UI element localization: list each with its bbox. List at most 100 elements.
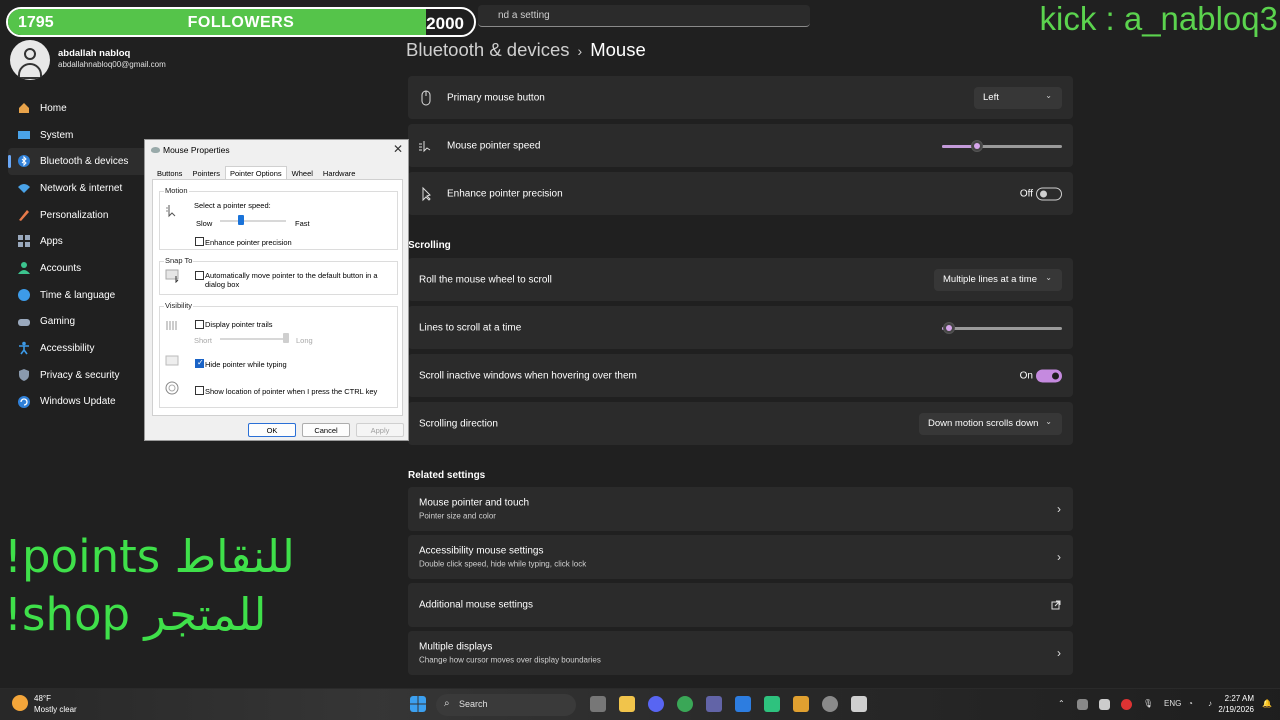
globe-icon — [18, 288, 30, 301]
pointer-trails-icon — [166, 321, 177, 330]
breadcrumb: Bluetooth & devices › Mouse — [406, 39, 646, 61]
sidebar-item-windows-update[interactable]: Windows Update — [8, 389, 148, 416]
weather-icon — [12, 695, 28, 711]
followers-label: FOLLOWERS — [187, 14, 295, 31]
scrolling-direction-dropdown[interactable]: Down motion scrolls down ⌄ — [919, 412, 1062, 435]
volume-icon[interactable]: ♪ — [1208, 699, 1212, 708]
sidebar-nav: Home System Bluetooth & devices Network … — [8, 95, 148, 415]
mouse-properties-app-icon[interactable] — [851, 696, 867, 712]
file-explorer-icon[interactable] — [619, 696, 635, 712]
notification-bell-icon[interactable]: 🔔 — [1262, 699, 1272, 708]
related-accessibility-mouse[interactable]: Accessibility mouse settings Double click… — [408, 535, 1073, 579]
mouse-properties-dialog: Mouse Properties ✕ Buttons Pointers Poin… — [144, 139, 409, 441]
breadcrumb-parent[interactable]: Bluetooth & devices — [406, 39, 570, 60]
app-icon[interactable] — [764, 696, 780, 712]
tray-icon[interactable] — [1077, 699, 1088, 710]
cancel-button[interactable]: Cancel — [302, 423, 350, 437]
sidebar-item-accessibility[interactable]: Accessibility — [8, 335, 148, 362]
precision-pointer-icon — [422, 186, 431, 201]
pointer-speed-track[interactable] — [220, 220, 286, 222]
primary-mouse-button-row: Primary mouse button Left ⌄ — [408, 76, 1073, 119]
sidebar-item-accounts[interactable]: Accounts — [8, 255, 148, 282]
lines-to-scroll-slider[interactable] — [942, 321, 1062, 334]
language-indicator[interactable]: ENG — [1164, 699, 1181, 708]
account-icon — [18, 262, 30, 275]
sidebar-item-label: Home — [40, 102, 67, 114]
followers-goal: 2000 — [426, 14, 464, 33]
pointer-trails-checkbox[interactable] — [195, 320, 204, 329]
primary-mouse-button-dropdown[interactable]: Left ⌄ — [974, 86, 1062, 109]
sidebar-item-apps[interactable]: Apps — [8, 228, 148, 255]
discord-icon[interactable] — [648, 696, 664, 712]
settings-gear-icon[interactable] — [822, 696, 838, 712]
pointer-speed-slider[interactable] — [942, 139, 1062, 152]
dialog-title: Mouse Properties — [163, 145, 230, 155]
slider-thumb[interactable] — [943, 321, 956, 334]
related-mouse-pointer-touch[interactable]: Mouse pointer and touch Pointer size and … — [408, 487, 1073, 531]
enhance-precision-toggle[interactable] — [1036, 187, 1062, 200]
chrome-icon[interactable] — [677, 696, 693, 712]
primary-mouse-button-label: Primary mouse button — [447, 92, 545, 103]
wifi-icon[interactable]: ◔ — [1188, 699, 1193, 708]
roll-wheel-dropdown[interactable]: Multiple lines at a time ⌄ — [934, 268, 1062, 291]
sidebar-item-gaming[interactable]: Gaming — [8, 309, 148, 336]
snap-to-checkbox[interactable] — [195, 271, 204, 280]
taskbar-search[interactable]: ⌕ Search — [436, 694, 576, 716]
microphone-icon[interactable]: 🎙 — [1143, 699, 1153, 708]
clock[interactable]: 2:27 AM 2/19/2026 — [1218, 693, 1254, 715]
tray-icon[interactable] — [1099, 699, 1110, 710]
slow-label: Slow — [196, 219, 213, 228]
close-icon[interactable]: ✕ — [393, 142, 403, 156]
page-title: Mouse — [590, 39, 646, 60]
kick-handle: kick : a_nabloq3 — [1039, 0, 1279, 37]
ctrl-location-checkbox[interactable] — [195, 386, 204, 395]
scrolling-direction-label: Scrolling direction — [419, 418, 498, 429]
sidebar-item-time-language[interactable]: Time & language — [8, 282, 148, 309]
motion-group: Motion Select a pointer speed: Slow Fast… — [159, 186, 398, 250]
related-additional-mouse-settings[interactable]: Additional mouse settings — [408, 583, 1073, 627]
precision-checkbox-label: Enhance pointer precision — [205, 238, 292, 247]
hide-pointer-icon — [165, 355, 179, 366]
scroll-inactive-toggle[interactable] — [1036, 369, 1062, 382]
task-view-icon[interactable] — [590, 696, 606, 712]
chevron-down-icon: ⌄ — [1045, 416, 1052, 426]
sidebar-item-personalization[interactable]: Personalization — [8, 202, 148, 229]
tray-chevron-up-icon[interactable]: ⌃ — [1058, 699, 1065, 708]
hide-pointer-checkbox[interactable] — [195, 358, 204, 368]
sidebar-item-label: Accessibility — [40, 343, 95, 355]
sidebar-item-network[interactable]: Network & internet — [8, 175, 148, 202]
slider-thumb[interactable] — [970, 139, 983, 152]
precision-checkbox[interactable] — [195, 237, 204, 246]
apply-button[interactable]: Apply — [356, 423, 404, 437]
promo-points: !points للنقاط — [4, 530, 295, 583]
bluestacks-icon[interactable] — [793, 696, 809, 712]
related-item-title: Mouse pointer and touch — [419, 497, 530, 509]
roll-wheel-label: Roll the mouse wheel to scroll — [419, 274, 552, 285]
bluetooth-icon — [18, 155, 30, 168]
related-item-subtitle: Change how cursor moves over display bou… — [419, 655, 601, 665]
taskbar: 48°F Mostly clear ⌕ Search ⌃ 🎙 ENG ◔ ♪ 2… — [0, 688, 1280, 720]
windows-start-icon[interactable] — [410, 696, 426, 712]
security-icon[interactable] — [735, 696, 751, 712]
toggle-state-text: Off — [1019, 188, 1033, 199]
snap-pointer-icon — [165, 269, 179, 283]
related-multiple-displays[interactable]: Multiple displays Change how cursor moves… — [408, 631, 1073, 675]
user-name: abdallah nabloq — [58, 48, 131, 59]
teams-icon[interactable] — [706, 696, 722, 712]
hide-pointer-label: Hide pointer while typing — [205, 360, 287, 369]
scrolling-heading: Scrolling — [408, 240, 451, 251]
gamepad-icon — [18, 318, 30, 326]
sidebar-item-bluetooth[interactable]: Bluetooth & devices — [8, 148, 148, 176]
related-item-title: Accessibility mouse settings — [419, 545, 544, 557]
ctrl-location-icon — [165, 381, 179, 395]
sidebar-item-system[interactable]: System — [8, 122, 148, 149]
pointer-speed-icon — [419, 140, 431, 152]
pointer-speed-thumb[interactable] — [238, 215, 245, 225]
settings-search-input[interactable]: nd a setting — [478, 5, 810, 27]
snap-to-group: Snap To Automatically move pointer to th… — [159, 256, 398, 295]
sidebar-item-privacy[interactable]: Privacy & security — [8, 362, 148, 389]
sidebar-item-label: Personalization — [40, 209, 109, 221]
ok-button[interactable]: OK — [248, 423, 296, 437]
sidebar-item-home[interactable]: Home — [8, 95, 148, 122]
tray-icon[interactable] — [1121, 699, 1132, 710]
